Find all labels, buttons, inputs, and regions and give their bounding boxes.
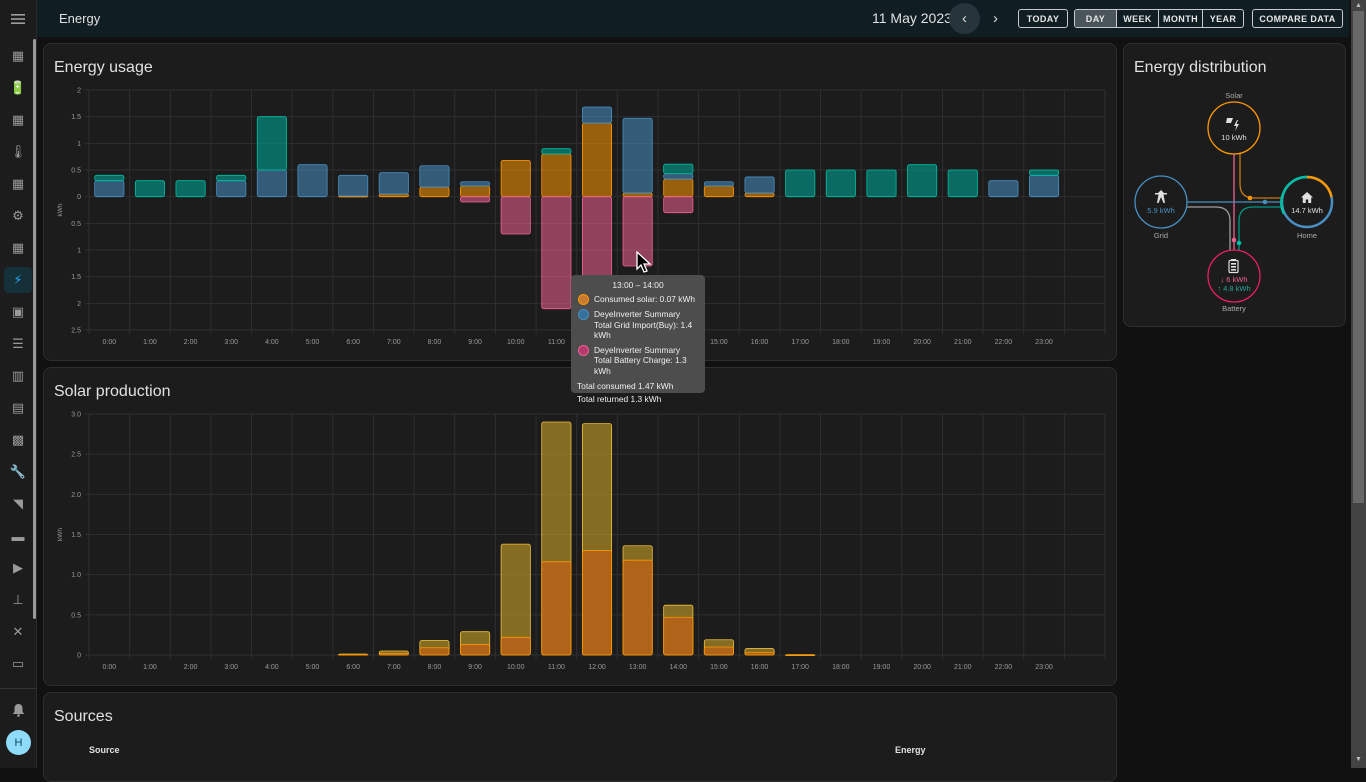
solar-xtick-label: 1:00: [143, 664, 157, 671]
solar-bar-consumed-solar[interactable]: [581, 550, 613, 656]
solar-xtick-label: 0:00: [103, 664, 117, 671]
solar-xtick-label: 22:00: [995, 664, 1013, 671]
solar-bar-consumed-solar[interactable]: [460, 644, 491, 656]
grid-node[interactable]: [1134, 175, 1188, 229]
tooltip-row-text: DeyeInverter Summary Total Battery Charg…: [594, 344, 687, 376]
sources-card: Sources Source Energy: [43, 692, 1117, 782]
scrollbar-thumb[interactable]: [1353, 11, 1364, 503]
solar-xtick-label: 17:00: [791, 664, 809, 671]
solar-bar-consumed-solar[interactable]: [703, 646, 734, 656]
solar-xtick-label: 7:00: [387, 664, 401, 671]
solar-xtick-label: 3:00: [224, 664, 238, 671]
solar-xtick-label: 20:00: [913, 664, 931, 671]
page-scrollbar[interactable]: ▲ ▼: [1351, 0, 1366, 768]
solar-ytick-label: 2.5: [71, 452, 81, 459]
solar-ytick-label: 1.0: [71, 572, 81, 579]
solar-xtick-label: 19:00: [873, 664, 891, 671]
solar-xtick-label: 4:00: [265, 664, 279, 671]
solar-xtick-label: 23:00: [1035, 664, 1053, 671]
flow-dot-battery-discharge: [1236, 240, 1242, 246]
solar-xtick-label: 21:00: [954, 664, 972, 671]
sources-title: Sources: [54, 708, 113, 725]
mouse-cursor: [636, 251, 652, 273]
tooltip-title: 13:00 – 14:00: [612, 280, 664, 290]
battery-label: Battery: [1222, 304, 1246, 313]
scroll-down-arrow[interactable]: ▼: [1351, 756, 1366, 763]
sources-column-source[interactable]: Source: [89, 745, 120, 755]
home-label: Home: [1297, 231, 1317, 240]
tooltip-row-text: DeyeInverter Summary Total Grid Import(B…: [594, 309, 693, 340]
solar-node[interactable]: [1207, 101, 1261, 155]
solar-bar-consumed-solar[interactable]: [622, 559, 653, 656]
solar-bar-consumed-solar[interactable]: [378, 652, 409, 656]
tooltip-row: DeyeInverter Summary Total Grid Import(B…: [577, 309, 699, 341]
flow-grid-battery: [1187, 206, 1231, 254]
solar-xtick-label: 12:00: [588, 664, 606, 671]
flow-dot-battery-charge: [1231, 237, 1237, 243]
solar-xtick-label: 2:00: [184, 664, 198, 671]
tooltip-total-consumed: Total consumed 1.47 kWh: [577, 381, 674, 391]
battery-charge-value: ↓ 6 kWh: [1220, 275, 1247, 284]
legend-dot-battery: [578, 344, 589, 356]
flow-battery-home: [1238, 206, 1282, 254]
solar-label: Solar: [1225, 91, 1243, 100]
battery-discharge-value: ↑ 4.8 kWh: [1217, 284, 1250, 293]
home-value: 14.7 kWh: [1291, 206, 1323, 215]
solar-xtick-label: 13:00: [629, 664, 647, 671]
tooltip-row: Consumed solar: 0.07 kWh: [577, 294, 699, 305]
solar-bar-consumed-solar[interactable]: [785, 654, 816, 657]
solar-ytick-label: 0.5: [71, 612, 81, 619]
solar-bar-consumed-solar[interactable]: [663, 616, 694, 656]
flow-dot-grid: [1262, 199, 1268, 205]
sources-column-energy[interactable]: Energy: [895, 745, 926, 755]
solar-ytick-label: 2.0: [71, 492, 81, 499]
energy-flow-diagram: Solar 10 kWh 5.9 kWh Grid 14.7 kWh Home …: [1134, 91, 1334, 313]
solar-xtick-label: 18:00: [832, 664, 850, 671]
solar-xtick-label: 5:00: [306, 664, 320, 671]
solar-bar-consumed-solar[interactable]: [744, 652, 775, 656]
solar-bar-consumed-solar[interactable]: [419, 647, 450, 656]
flow-dot-solar: [1247, 195, 1253, 201]
solar-xtick-label: 16:00: [751, 664, 769, 671]
scroll-up-arrow[interactable]: ▲: [1351, 2, 1366, 9]
solar-bar-consumed-solar[interactable]: [500, 636, 531, 656]
grid-value: 5.9 kWh: [1147, 206, 1175, 215]
solar-ytick-label: 0: [77, 653, 81, 660]
solar-value: 10 kWh: [1221, 133, 1246, 142]
solar-ylabel: kWh: [57, 528, 64, 541]
solar-ytick-label: 1.5: [71, 532, 81, 539]
legend-dot-solar: [578, 294, 589, 305]
legend-dot-grid: [578, 309, 589, 320]
solar-xtick-label: 15:00: [710, 664, 728, 671]
solar-xtick-label: 11:00: [548, 664, 565, 671]
solar-bar-consumed-solar[interactable]: [541, 561, 572, 656]
grid-label: Grid: [1154, 231, 1168, 240]
solar-xtick-label: 8:00: [428, 664, 442, 671]
chart-tooltip: 13:00 – 14:00 Consumed solar: 0.07 kWh D…: [571, 275, 705, 404]
tooltip-row-text: Consumed solar: 0.07 kWh: [594, 294, 696, 304]
tooltip-row: DeyeInverter Summary Total Battery Charg…: [577, 344, 699, 377]
solar-bar-consumed-solar[interactable]: [338, 653, 369, 656]
solar-ytick-label: 3.0: [71, 412, 81, 419]
solar-xtick-label: 9:00: [468, 664, 482, 671]
tooltip-total-returned: Total returned 1.3 kWh: [577, 394, 662, 404]
solar-xtick-label: 14:00: [670, 664, 688, 671]
solar-xtick-label: 10:00: [507, 664, 525, 671]
solar-xtick-label: 6:00: [346, 664, 360, 671]
